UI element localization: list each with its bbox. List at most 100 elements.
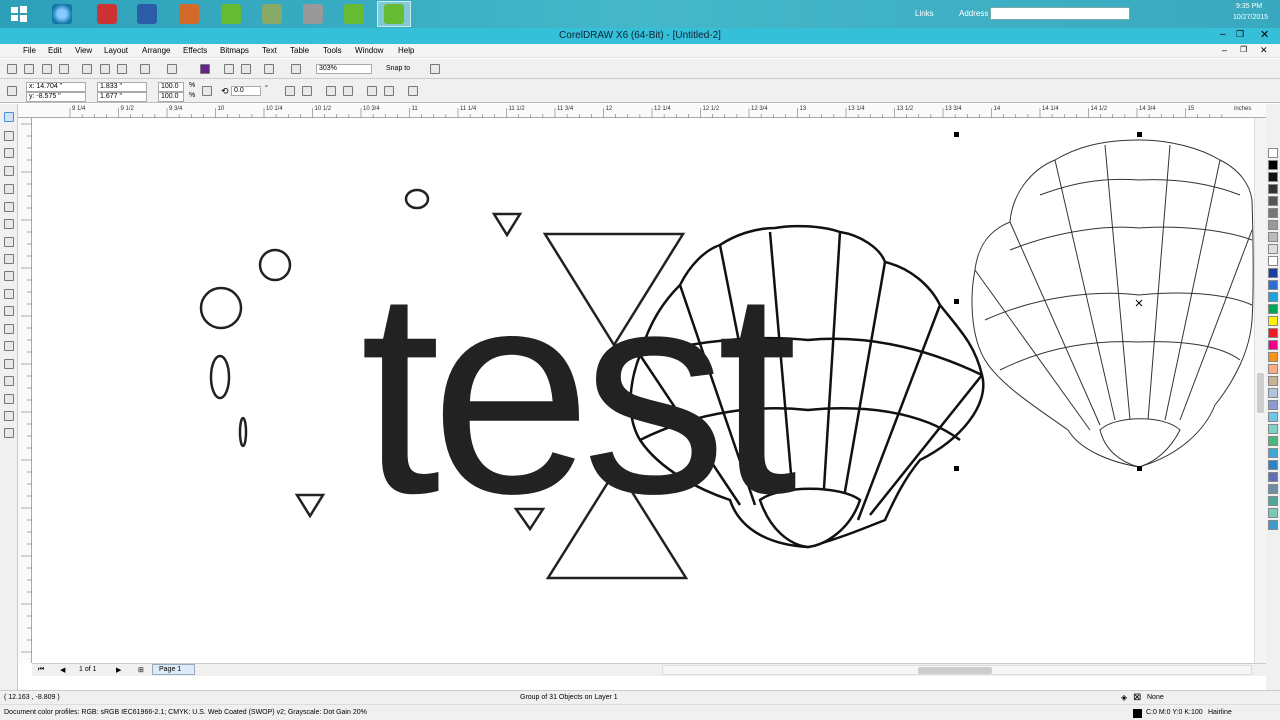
doc-restore-icon[interactable]: ❐ <box>1240 45 1247 54</box>
palette-swatch[interactable] <box>1268 508 1278 518</box>
palette-swatch[interactable] <box>1268 160 1278 170</box>
restore-icon[interactable]: ❐ <box>1236 29 1244 40</box>
no-fill-icon[interactable]: ⊠ <box>1133 692 1141 703</box>
pen-icon[interactable] <box>255 1 289 27</box>
add-page-icon[interactable]: ⊞ <box>138 666 144 674</box>
import-icon[interactable] <box>224 64 234 74</box>
menu-edit[interactable]: Edit <box>48 46 62 55</box>
palette-swatch[interactable] <box>1268 316 1278 326</box>
redo-icon[interactable] <box>167 64 177 74</box>
width-field[interactable]: 1.833 " <box>97 82 147 92</box>
palette-swatch[interactable] <box>1268 256 1278 266</box>
palette-swatch[interactable] <box>1268 376 1278 386</box>
options-icon[interactable] <box>430 64 440 74</box>
canvas-text[interactable]: test <box>360 230 808 554</box>
horizontal-scrollbar[interactable] <box>662 665 1252 675</box>
freehand-tool-icon[interactable] <box>4 184 14 194</box>
vertical-scrollbar[interactable] <box>1254 118 1266 663</box>
text-tool-icon[interactable] <box>4 289 14 299</box>
palette-swatch[interactable] <box>1268 208 1278 218</box>
object-origin-icon[interactable] <box>7 86 17 96</box>
outline-pen-tool-icon[interactable] <box>4 394 14 404</box>
doc-close-icon[interactable]: ✕ <box>1260 45 1268 56</box>
palette-swatch[interactable] <box>1268 292 1278 302</box>
snap-to-dropdown[interactable]: Snap to <box>386 65 410 72</box>
address-input[interactable] <box>990 7 1130 20</box>
zoom-level-select[interactable]: 303% <box>316 64 372 74</box>
links-label[interactable]: Links <box>915 9 934 18</box>
group-icon[interactable] <box>326 86 336 96</box>
break-apart-icon[interactable] <box>384 86 394 96</box>
rectangle-tool-icon[interactable] <box>4 219 14 229</box>
ungroup-icon[interactable] <box>343 86 353 96</box>
selected-seashell-shape[interactable] <box>971 139 1254 468</box>
palette-swatch[interactable] <box>1268 220 1278 230</box>
fill-tool-icon[interactable] <box>4 411 14 421</box>
menu-layout[interactable]: Layout <box>104 46 128 55</box>
coreldraw-icon-2[interactable] <box>337 1 371 27</box>
align-distribute-icon[interactable] <box>408 86 418 96</box>
polygon-tool-icon[interactable] <box>4 254 14 264</box>
internet-explorer-icon[interactable] <box>45 1 79 27</box>
palette-swatch[interactable] <box>1268 412 1278 422</box>
palette-swatch[interactable] <box>1268 244 1278 254</box>
scale-height-field[interactable]: 100.0 <box>158 92 184 102</box>
launcher-icon[interactable] <box>264 64 274 74</box>
menu-arrange[interactable]: Arrange <box>142 46 170 55</box>
bubble-shape[interactable] <box>404 188 430 210</box>
menu-file[interactable]: File <box>23 46 36 55</box>
vertical-scroll-thumb[interactable] <box>1257 373 1264 413</box>
shape-tool-icon[interactable] <box>4 131 14 141</box>
eyedropper-tool-icon[interactable] <box>4 376 14 386</box>
undo-icon[interactable] <box>140 64 150 74</box>
page-tab[interactable]: Page 1 <box>152 664 195 675</box>
x-position-field[interactable]: x: 14.704 " <box>26 82 86 92</box>
vertical-ruler[interactable] <box>18 118 32 663</box>
paste-icon[interactable] <box>117 64 127 74</box>
dimension-tool-icon[interactable] <box>4 324 14 334</box>
word-icon[interactable] <box>130 1 164 27</box>
media-icon[interactable] <box>90 1 124 27</box>
palette-swatch[interactable] <box>1268 268 1278 278</box>
palette-swatch[interactable] <box>1268 328 1278 338</box>
smart-fill-tool-icon[interactable] <box>4 202 14 212</box>
bubble-shape[interactable] <box>199 286 243 330</box>
menu-text[interactable]: Text <box>262 46 277 55</box>
palette-swatch[interactable] <box>1268 352 1278 362</box>
color-profiles[interactable]: Document color profiles: RGB: sRGB IEC61… <box>4 709 367 716</box>
menu-window[interactable]: Window <box>355 46 383 55</box>
coreldraw-active-icon[interactable] <box>377 1 411 27</box>
palette-swatch[interactable] <box>1268 184 1278 194</box>
new-icon[interactable] <box>7 64 17 74</box>
welcome-icon[interactable] <box>291 64 301 74</box>
palette-swatch[interactable] <box>1268 484 1278 494</box>
horizontal-scroll-thumb[interactable] <box>918 667 992 674</box>
print-icon[interactable] <box>59 64 69 74</box>
scale-width-field[interactable]: 100.0 <box>158 82 184 92</box>
app-icon[interactable] <box>172 1 206 27</box>
outline-color-swatch[interactable] <box>1133 709 1142 718</box>
first-page-icon[interactable]: ⏮ <box>38 666 44 674</box>
menu-tools[interactable]: Tools <box>323 46 342 55</box>
ellipse-tool-icon[interactable] <box>4 237 14 247</box>
mirror-vertical-icon[interactable] <box>302 86 312 96</box>
bubble-shape[interactable] <box>209 354 231 400</box>
palette-swatch[interactable] <box>1268 472 1278 482</box>
height-field[interactable]: 1.677 " <box>97 92 147 102</box>
search-content-icon[interactable] <box>200 64 210 74</box>
printer-icon[interactable] <box>296 1 330 27</box>
copy-icon[interactable] <box>100 64 110 74</box>
start-button[interactable] <box>2 1 36 27</box>
palette-swatch[interactable] <box>1268 280 1278 290</box>
doc-minimize-icon[interactable]: – <box>1222 45 1227 55</box>
menu-table[interactable]: Table <box>290 46 309 55</box>
palette-swatch[interactable] <box>1268 388 1278 398</box>
lock-ratio-icon[interactable] <box>202 86 212 96</box>
palette-swatch[interactable] <box>1268 400 1278 410</box>
pick-tool-icon[interactable] <box>4 112 14 122</box>
palette-swatch[interactable] <box>1268 496 1278 506</box>
menu-bitmaps[interactable]: Bitmaps <box>220 46 249 55</box>
horizontal-ruler[interactable]: 9 1/4 9 1/2 9 3/4 10 10 1/4 10 1/2 10 3/4 11 11 … <box>18 104 1266 118</box>
table-tool-icon[interactable] <box>4 306 14 316</box>
cut-icon[interactable] <box>82 64 92 74</box>
